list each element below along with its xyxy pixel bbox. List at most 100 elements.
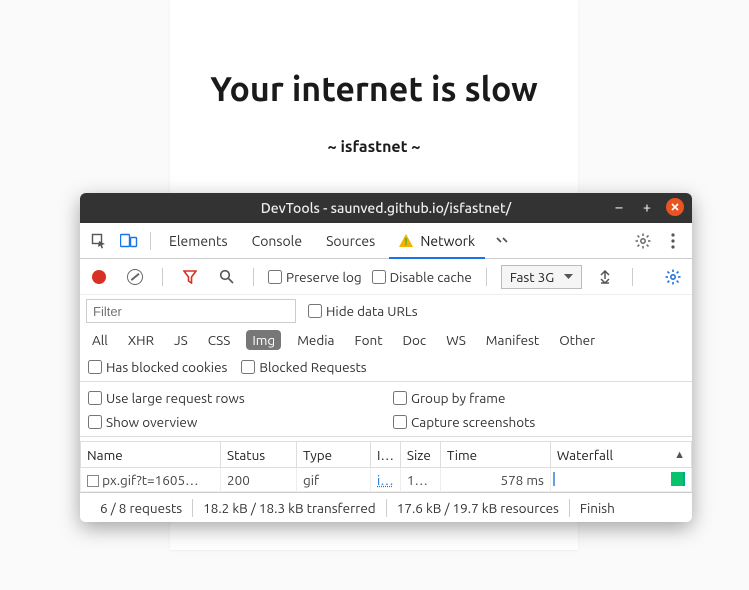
status-resources: 17.6 kB / 19.7 kB resources <box>387 500 569 516</box>
cell-time: 578 ms <box>440 468 550 492</box>
cell-name: px.gif?t=1605… <box>81 468 221 492</box>
hide-data-urls-label: Hide data URLs <box>326 303 418 319</box>
col-size[interactable]: Size <box>400 442 440 468</box>
blocked-requests-label: Blocked Requests <box>259 359 366 375</box>
cell-waterfall <box>550 468 691 492</box>
separator <box>486 268 487 286</box>
chevron-down-icon <box>564 274 573 280</box>
cell-status: 200 <box>221 468 297 492</box>
settings-gear-icon[interactable] <box>630 228 656 254</box>
capture-screenshots-label: Capture screenshots <box>411 414 535 430</box>
preserve-log-label: Preserve log <box>286 269 362 285</box>
more-tabs-icon[interactable] <box>489 228 515 254</box>
type-all[interactable]: All <box>88 330 112 350</box>
type-img[interactable]: Img <box>246 330 281 350</box>
clear-icon <box>127 269 143 285</box>
type-other[interactable]: Other <box>555 330 599 350</box>
blocked-cookies-checkbox[interactable]: Has blocked cookies <box>88 359 227 375</box>
close-button[interactable] <box>666 198 684 216</box>
col-time[interactable]: Time <box>440 442 550 468</box>
devtools-window: DevTools - saunved.github.io/isfastnet/ … <box>80 193 692 522</box>
show-overview-label: Show overview <box>106 414 197 430</box>
search-button[interactable] <box>213 264 239 290</box>
clear-button[interactable] <box>122 264 148 290</box>
filter-toggle-button[interactable] <box>177 264 203 290</box>
tab-network[interactable]: Network <box>389 223 485 259</box>
col-type[interactable]: Type <box>297 442 371 468</box>
row-checkbox[interactable] <box>87 475 99 487</box>
blocked-cookies-label: Has blocked cookies <box>106 359 227 375</box>
type-media[interactable]: Media <box>293 330 338 350</box>
page-subtitle: ~ isfastnet ~ <box>170 138 578 156</box>
blocked-options: Has blocked cookies Blocked Requests <box>80 355 692 379</box>
hide-data-urls-checkbox[interactable]: Hide data URLs <box>308 303 418 319</box>
col-initiator[interactable]: I… <box>371 442 401 468</box>
window-titlebar[interactable]: DevTools - saunved.github.io/isfastnet/ … <box>80 193 692 223</box>
resource-type-filters: All XHR JS CSS Img Media Font Doc WS Man… <box>80 327 692 355</box>
separator <box>632 268 633 286</box>
separator <box>162 268 163 286</box>
table-row[interactable]: px.gif?t=1605… 200 gif i… 1… 578 ms <box>81 468 692 492</box>
panel-tabs: Elements Console Sources Network <box>80 223 692 259</box>
preserve-log-checkbox[interactable]: Preserve log <box>268 269 362 285</box>
type-ws[interactable]: WS <box>442 330 470 350</box>
throttling-select[interactable]: Fast 3G <box>501 265 582 289</box>
col-waterfall-label: Waterfall <box>557 447 613 463</box>
status-finish: Finish <box>570 500 625 516</box>
group-by-frame-label: Group by frame <box>411 390 505 406</box>
blocked-requests-checkbox[interactable]: Blocked Requests <box>241 359 366 375</box>
show-overview-checkbox[interactable]: Show overview <box>88 414 379 430</box>
window-buttons: – + <box>610 198 684 216</box>
col-waterfall[interactable]: Waterfall ▲ <box>550 442 691 468</box>
tab-console[interactable]: Console <box>242 223 312 259</box>
type-js[interactable]: JS <box>170 330 192 350</box>
status-bar: 6 / 8 requests 18.2 kB / 18.3 kB transfe… <box>80 492 692 522</box>
inspect-icon[interactable] <box>86 228 112 254</box>
sort-asc-icon: ▲ <box>674 449 685 461</box>
network-settings-icon[interactable] <box>660 264 686 290</box>
table-header-row: Name Status Type I… Size Time Waterfall ▲ <box>81 442 692 468</box>
col-status[interactable]: Status <box>221 442 297 468</box>
type-xhr[interactable]: XHR <box>124 330 158 350</box>
type-manifest[interactable]: Manifest <box>482 330 543 350</box>
type-doc[interactable]: Doc <box>399 330 431 350</box>
record-button[interactable] <box>86 264 112 290</box>
cell-type: gif <box>297 468 371 492</box>
network-toolbar: Preserve log Disable cache Fast 3G <box>80 259 692 295</box>
disable-cache-label: Disable cache <box>390 269 472 285</box>
type-css[interactable]: CSS <box>204 330 235 350</box>
tab-elements[interactable]: Elements <box>159 223 238 259</box>
maximize-button[interactable]: + <box>638 198 656 216</box>
waterfall-finish <box>671 472 685 486</box>
record-icon <box>92 270 106 284</box>
view-options: Use large request rows Show overview Gro… <box>80 386 692 434</box>
separator <box>80 381 692 382</box>
large-rows-checkbox[interactable]: Use large request rows <box>88 390 379 406</box>
col-name[interactable]: Name <box>81 442 221 468</box>
large-rows-label: Use large request rows <box>106 390 245 406</box>
disable-cache-checkbox[interactable]: Disable cache <box>372 269 472 285</box>
cell-size: 1… <box>400 468 440 492</box>
window-title: DevTools - saunved.github.io/isfastnet/ <box>261 200 511 216</box>
network-conditions-icon[interactable] <box>592 264 618 290</box>
throttling-value: Fast 3G <box>510 269 554 285</box>
type-font[interactable]: Font <box>351 330 387 350</box>
separator <box>80 436 692 437</box>
warning-icon <box>399 234 413 247</box>
status-transferred: 18.2 kB / 18.3 kB transferred <box>193 500 386 516</box>
filter-input[interactable] <box>86 299 296 323</box>
group-by-frame-checkbox[interactable]: Group by frame <box>393 390 684 406</box>
waterfall-bar <box>553 472 555 486</box>
filter-row: Hide data URLs <box>80 295 692 327</box>
separator <box>253 268 254 286</box>
page-title: Your internet is slow <box>170 70 578 108</box>
tab-sources[interactable]: Sources <box>316 223 385 259</box>
capture-screenshots-checkbox[interactable]: Capture screenshots <box>393 414 684 430</box>
device-toggle-icon[interactable] <box>116 228 142 254</box>
cell-initiator: i… <box>371 468 401 492</box>
requests-table: Name Status Type I… Size Time Waterfall ▲… <box>80 441 692 492</box>
tab-network-label: Network <box>420 233 475 249</box>
minimize-button[interactable]: – <box>610 198 628 216</box>
separator <box>150 232 151 250</box>
kebab-menu-icon[interactable] <box>660 228 686 254</box>
